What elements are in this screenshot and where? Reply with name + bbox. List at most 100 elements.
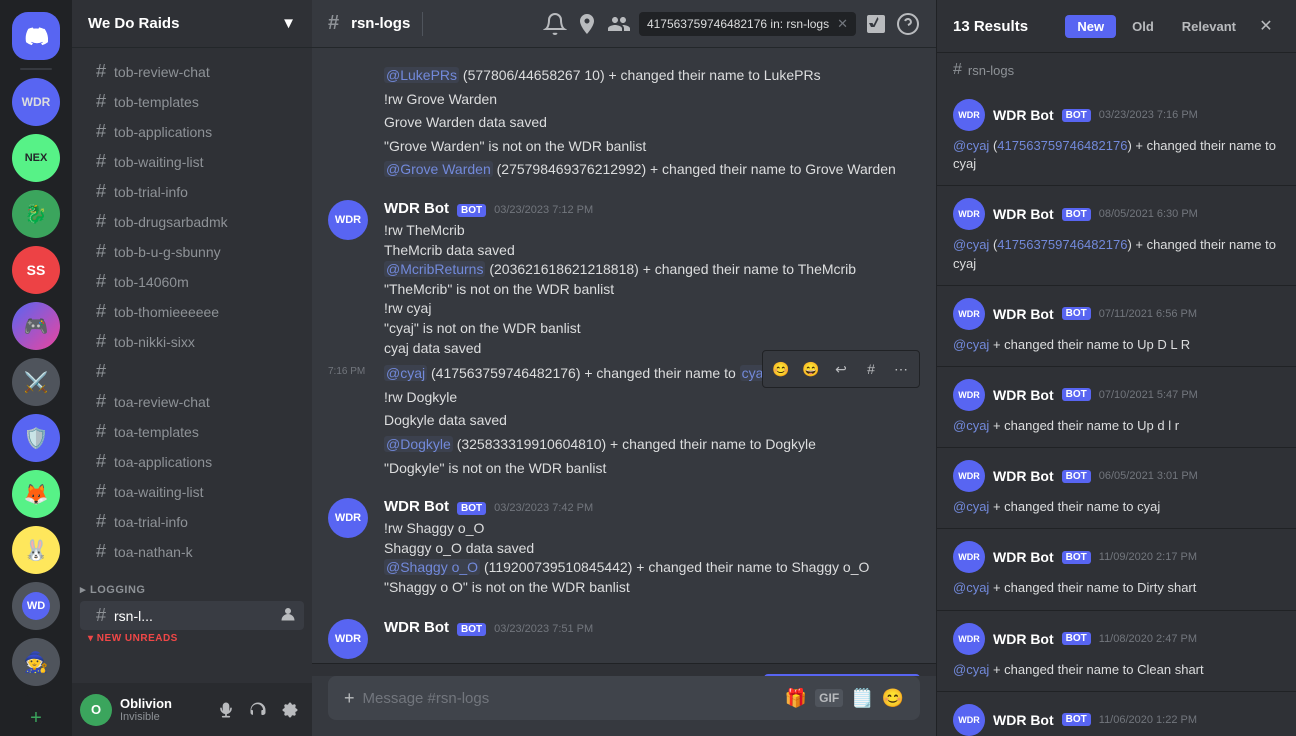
server-icon-8[interactable]: 🦊 xyxy=(12,470,60,518)
search-result-5[interactable]: WDR WDR Bot BOT 06/05/2021 3:01 PM @cyaj… xyxy=(937,448,1296,529)
channel-item-toa-review-chat[interactable]: # toa-review-chat xyxy=(80,387,304,416)
server-icon-2[interactable]: NEX xyxy=(12,134,60,182)
message-text-s4: "Shaggy o O" is not on the WDR banlist xyxy=(384,578,920,598)
older-messages-banner: You're viewing older messages Jump To Pr… xyxy=(312,663,936,676)
more-button[interactable]: ⋯ xyxy=(887,355,915,383)
channel-item-tob-review-chat[interactable]: # tob-review-chat xyxy=(80,57,304,86)
search-box[interactable]: 417563759746482176 in: rsn-logs ✕ xyxy=(639,12,856,36)
hashtag-icon[interactable] xyxy=(511,12,535,36)
react-button[interactable]: 😊 xyxy=(767,355,795,383)
channel-item-tob-thomieeeeee[interactable]: # tob-thomieeeeee xyxy=(80,297,304,326)
mention-dogkyle[interactable]: @Dogkyle xyxy=(384,436,453,452)
channel-name: tob-drugsarbadmk xyxy=(114,214,228,230)
mention-grove-warden[interactable]: @Grove Warden xyxy=(384,161,493,177)
channel-item-rsn-logs-active[interactable]: # rsn-l... xyxy=(80,601,304,630)
search-panel-title: 13 Results xyxy=(953,18,1028,35)
sticker-icon[interactable]: 🗒️ xyxy=(851,688,873,709)
channel-name: tob-applications xyxy=(114,124,212,140)
message-author-3[interactable]: WDR Bot xyxy=(384,619,449,636)
server-icon-12[interactable]: + xyxy=(12,694,60,736)
help-icon[interactable] xyxy=(896,12,920,36)
search-result-6[interactable]: WDR WDR Bot BOT 11/09/2020 2:17 PM @cyaj… xyxy=(937,529,1296,610)
channel-item-toa-nathan-k[interactable]: # toa-nathan-k xyxy=(80,537,304,566)
result-bot-badge-7: BOT xyxy=(1062,632,1091,645)
server-icon-3[interactable]: 🐉 xyxy=(12,190,60,238)
search-tabs-and-close: New Old Relevant ✕ xyxy=(1065,12,1280,40)
channel-item-tob-applications[interactable]: # tob-applications xyxy=(80,117,304,146)
server-icon-10[interactable]: WD xyxy=(12,582,60,630)
channel-item-toa-waiting-list[interactable]: # toa-waiting-list xyxy=(80,477,304,506)
user-area: O Oblivion Invisible xyxy=(72,683,312,736)
search-panel: 13 Results New Old Relevant ✕ # rsn-logs… xyxy=(936,0,1296,736)
mute-button[interactable] xyxy=(212,696,240,724)
channel-hash-icon: # xyxy=(328,12,339,35)
mention-cyaj[interactable]: @cyaj xyxy=(384,365,427,381)
server-header[interactable]: We Do Raids ▼ xyxy=(72,0,312,48)
server-name: We Do Raids xyxy=(88,15,179,32)
results-count: 13 Results xyxy=(953,18,1028,35)
gift-icon[interactable]: 🎁 xyxy=(785,688,807,709)
message-author[interactable]: WDR Bot xyxy=(384,200,449,217)
result-header-7: WDR WDR Bot BOT 11/08/2020 2:47 PM xyxy=(953,623,1280,655)
channel-item-tob-templates[interactable]: # tob-templates xyxy=(80,87,304,116)
hash-icon: # xyxy=(96,211,106,232)
mention-lukeprs[interactable]: @LukePRs xyxy=(384,67,459,83)
message-input-box: + Message #rsn-logs 🎁 GIF 🗒️ 😊 xyxy=(328,676,920,720)
emoji-icon[interactable]: 😊 xyxy=(882,688,904,709)
search-result-1[interactable]: WDR WDR Bot BOT 03/23/2023 7:16 PM @cyaj… xyxy=(937,87,1296,186)
message-content-2: WDR Bot BOT 03/23/2023 7:42 PM !rw Shagg… xyxy=(384,498,920,597)
search-tab-relevant[interactable]: Relevant xyxy=(1170,15,1248,38)
search-close-button[interactable]: ✕ xyxy=(1252,12,1280,40)
bell-icon[interactable] xyxy=(543,12,567,36)
reply-button[interactable]: ↩ xyxy=(827,355,855,383)
mention-mcribreturns[interactable]: @McribReturns xyxy=(384,261,485,277)
channel-item-empty[interactable]: # xyxy=(80,357,304,386)
message-author-2[interactable]: WDR Bot xyxy=(384,498,449,515)
search-result-2[interactable]: WDR WDR Bot BOT 08/05/2021 6:30 PM @cyaj… xyxy=(937,186,1296,285)
search-tab-new[interactable]: New xyxy=(1065,15,1116,38)
result-header-1: WDR WDR Bot BOT 03/23/2023 7:16 PM xyxy=(953,99,1280,131)
result-time-1: 03/23/2023 7:16 PM xyxy=(1099,109,1198,121)
server-icon-6[interactable]: ⚔️ xyxy=(12,358,60,406)
server-icon-5[interactable]: 🎮 xyxy=(12,302,60,350)
channel-item-tob-14060m[interactable]: # tob-14060m xyxy=(80,267,304,296)
inbox-icon[interactable] xyxy=(864,12,888,36)
members-icon[interactable] xyxy=(607,12,631,36)
pin-icon[interactable] xyxy=(575,12,599,36)
add-members-icon[interactable] xyxy=(280,606,296,625)
channel-item-tob-bug[interactable]: # tob-b-u-g-sbunny xyxy=(80,237,304,266)
thread-button[interactable]: # xyxy=(857,355,885,383)
result-header-4: WDR WDR Bot BOT 07/10/2021 5:47 PM xyxy=(953,379,1280,411)
logging-section[interactable]: ▸ LOGGING xyxy=(72,567,312,600)
search-result-8[interactable]: WDR WDR Bot BOT 11/06/2020 1:22 PM @cyaj… xyxy=(937,692,1296,736)
server-icon-4[interactable]: SS xyxy=(12,246,60,294)
channel-item-toa-applications[interactable]: # toa-applications xyxy=(80,447,304,476)
search-clear-icon[interactable]: ✕ xyxy=(837,16,848,32)
deafen-button[interactable] xyxy=(244,696,272,724)
home-server-icon[interactable] xyxy=(12,12,60,60)
channel-item-toa-trial-info[interactable]: # toa-trial-info xyxy=(80,507,304,536)
hash-icon: # xyxy=(96,181,106,202)
server-icon-1[interactable]: WDR xyxy=(12,78,60,126)
gif-icon[interactable]: GIF xyxy=(815,689,843,707)
search-tab-old[interactable]: Old xyxy=(1120,15,1166,38)
server-icon-7[interactable]: 🛡️ xyxy=(12,414,60,462)
result-avatar-7: WDR xyxy=(953,623,985,655)
channel-item-tob-nikki[interactable]: # tob-nikki-sixx xyxy=(80,327,304,356)
server-icon-9[interactable]: 🐰 xyxy=(12,526,60,574)
search-result-4[interactable]: WDR WDR Bot BOT 07/10/2021 5:47 PM @cyaj… xyxy=(937,367,1296,448)
settings-button[interactable] xyxy=(276,696,304,724)
result-bot-badge-1: BOT xyxy=(1062,109,1091,122)
main-content: # rsn-logs 417563759746482176 in: rsn-lo… xyxy=(312,0,936,736)
mention-shaggy[interactable]: @Shaggy o_O xyxy=(384,559,480,575)
add-file-icon[interactable]: + xyxy=(344,688,355,709)
message-input[interactable]: Message #rsn-logs xyxy=(363,690,777,707)
search-result-3[interactable]: WDR WDR Bot BOT 07/11/2021 6:56 PM @cyaj… xyxy=(937,286,1296,367)
react-2-button[interactable]: 😄 xyxy=(797,355,825,383)
search-result-7[interactable]: WDR WDR Bot BOT 11/08/2020 2:47 PM @cyaj… xyxy=(937,611,1296,692)
server-icon-11[interactable]: 🧙 xyxy=(12,638,60,686)
channel-item-tob-drugs[interactable]: # tob-drugsarbadmk xyxy=(80,207,304,236)
channel-item-tob-trial-info[interactable]: # tob-trial-info xyxy=(80,177,304,206)
channel-item-toa-templates[interactable]: # toa-templates xyxy=(80,417,304,446)
channel-item-tob-waiting-list[interactable]: # tob-waiting-list xyxy=(80,147,304,176)
